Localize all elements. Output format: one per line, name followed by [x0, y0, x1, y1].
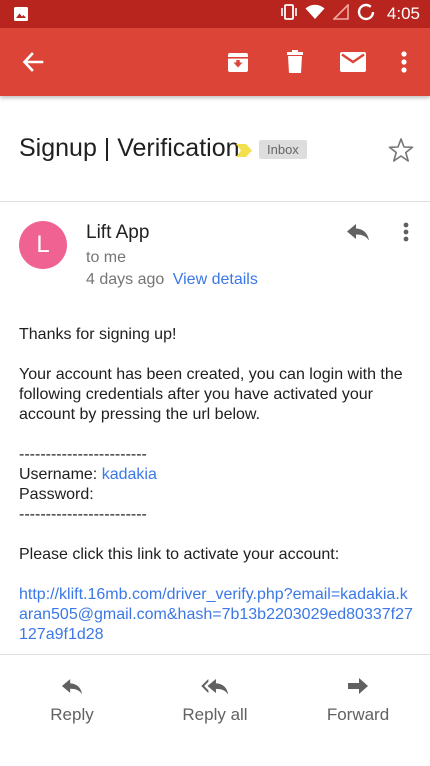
- subject-row: Signup | Verification: [0, 96, 430, 202]
- greeting-text: Thanks for signing up!: [19, 326, 177, 343]
- more-vert-icon[interactable]: [380, 28, 428, 96]
- divider-bottom: ------------------------: [19, 506, 147, 523]
- status-time: 4:05: [386, 4, 420, 23]
- password-label: Password:: [19, 486, 94, 503]
- reply-all-label: Reply all: [182, 705, 248, 724]
- forward-button[interactable]: Forward: [318, 673, 398, 725]
- email-date: 4 days ago: [86, 271, 165, 288]
- recipient-label: to me: [86, 249, 127, 266]
- account-paragraph: Your account has been created, you can l…: [19, 366, 403, 423]
- email-body: Thanks for signing up! Your account has …: [19, 325, 414, 645]
- forward-icon: [318, 673, 398, 699]
- reply-action-icon: [32, 673, 112, 699]
- delete-icon[interactable]: [271, 28, 319, 96]
- forward-label: Forward: [326, 705, 390, 724]
- divider-top: ------------------------: [19, 446, 147, 463]
- action-bar: Reply Reply all Forward: [0, 654, 430, 734]
- vibrate-icon: [281, 3, 297, 26]
- status-bar: 4:05: [0, 0, 430, 28]
- reply-all-icon: [170, 673, 260, 699]
- mark-unread-icon[interactable]: [329, 28, 377, 96]
- username-value[interactable]: kadakia: [102, 466, 157, 483]
- date-row: 4 days ago View details: [86, 271, 258, 289]
- reply-icon[interactable]: [342, 218, 374, 246]
- star-icon[interactable]: [388, 137, 414, 168]
- signal-icon: [331, 2, 349, 25]
- email-subject: Signup | Verification: [19, 134, 240, 162]
- reply-button[interactable]: Reply: [32, 673, 112, 725]
- battery-ring-icon: [357, 3, 375, 26]
- username-label: Username:: [19, 466, 98, 483]
- reply-all-button[interactable]: Reply all: [170, 673, 260, 725]
- message-more-icon[interactable]: [396, 218, 416, 246]
- activate-prompt: Please click this link to activate your …: [19, 546, 340, 563]
- app-bar: [0, 28, 430, 96]
- archive-icon[interactable]: [214, 28, 262, 96]
- inbox-label-chip[interactable]: Inbox: [259, 140, 307, 159]
- image-icon: [13, 6, 29, 22]
- sender-avatar[interactable]: L: [19, 221, 67, 269]
- view-details-link[interactable]: View details: [173, 271, 258, 288]
- wifi-icon: [305, 4, 325, 25]
- sender-name: Lift App: [86, 222, 150, 243]
- importance-marker-icon[interactable]: [236, 144, 252, 162]
- back-arrow-icon[interactable]: [9, 28, 57, 96]
- reply-label: Reply: [50, 705, 94, 724]
- activation-link[interactable]: http://klift.16mb.com/driver_verify.php?…: [19, 585, 414, 645]
- username-line: Username: kadakia: [19, 465, 414, 485]
